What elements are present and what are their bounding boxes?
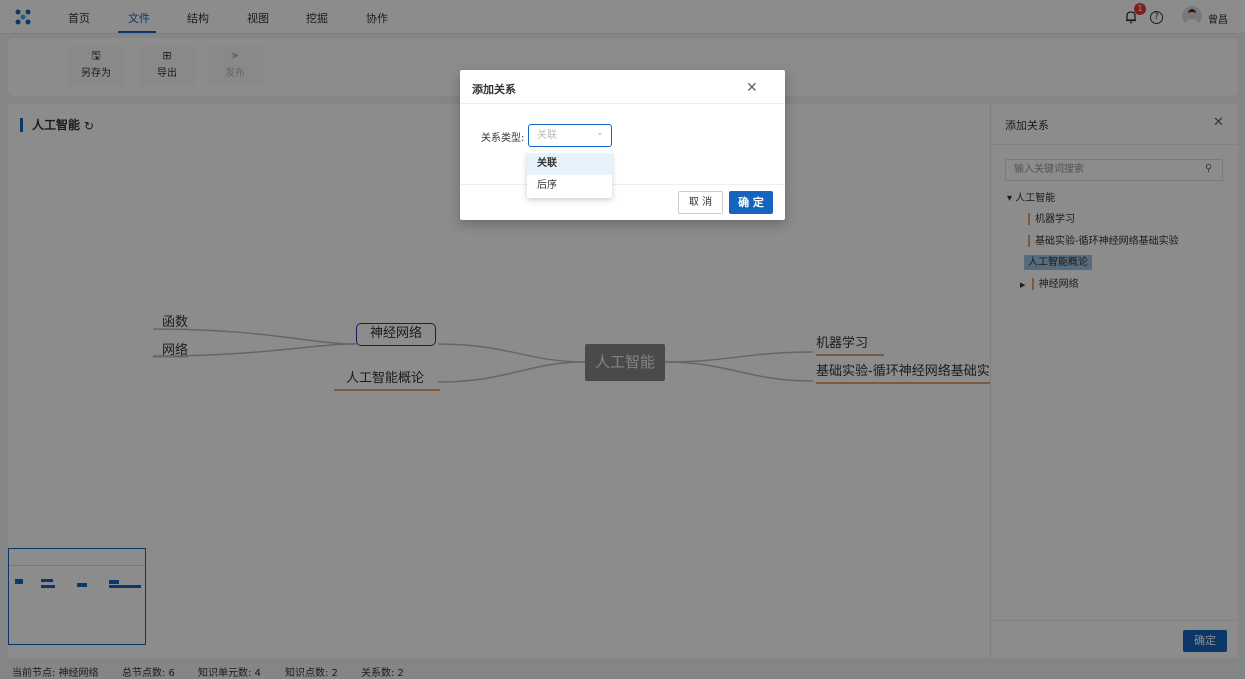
option-sequence[interactable]: 后序 bbox=[527, 175, 612, 197]
option-association[interactable]: 关联 bbox=[527, 153, 612, 175]
cancel-button[interactable]: 取 消 bbox=[678, 191, 723, 214]
add-relation-dialog: 添加关系 ✕ 关系类型: 关联 ⌄ 取 消 确 定 bbox=[460, 70, 785, 220]
relation-type-dropdown: 关联 后序 bbox=[527, 151, 612, 198]
relation-type-label: 关系类型: bbox=[481, 133, 525, 144]
confirm-button[interactable]: 确 定 bbox=[729, 191, 773, 214]
dialog-title: 添加关系 bbox=[472, 83, 516, 96]
dialog-close-icon[interactable]: ✕ bbox=[746, 80, 758, 96]
chevron-down-icon[interactable]: ⌄ bbox=[596, 128, 604, 138]
